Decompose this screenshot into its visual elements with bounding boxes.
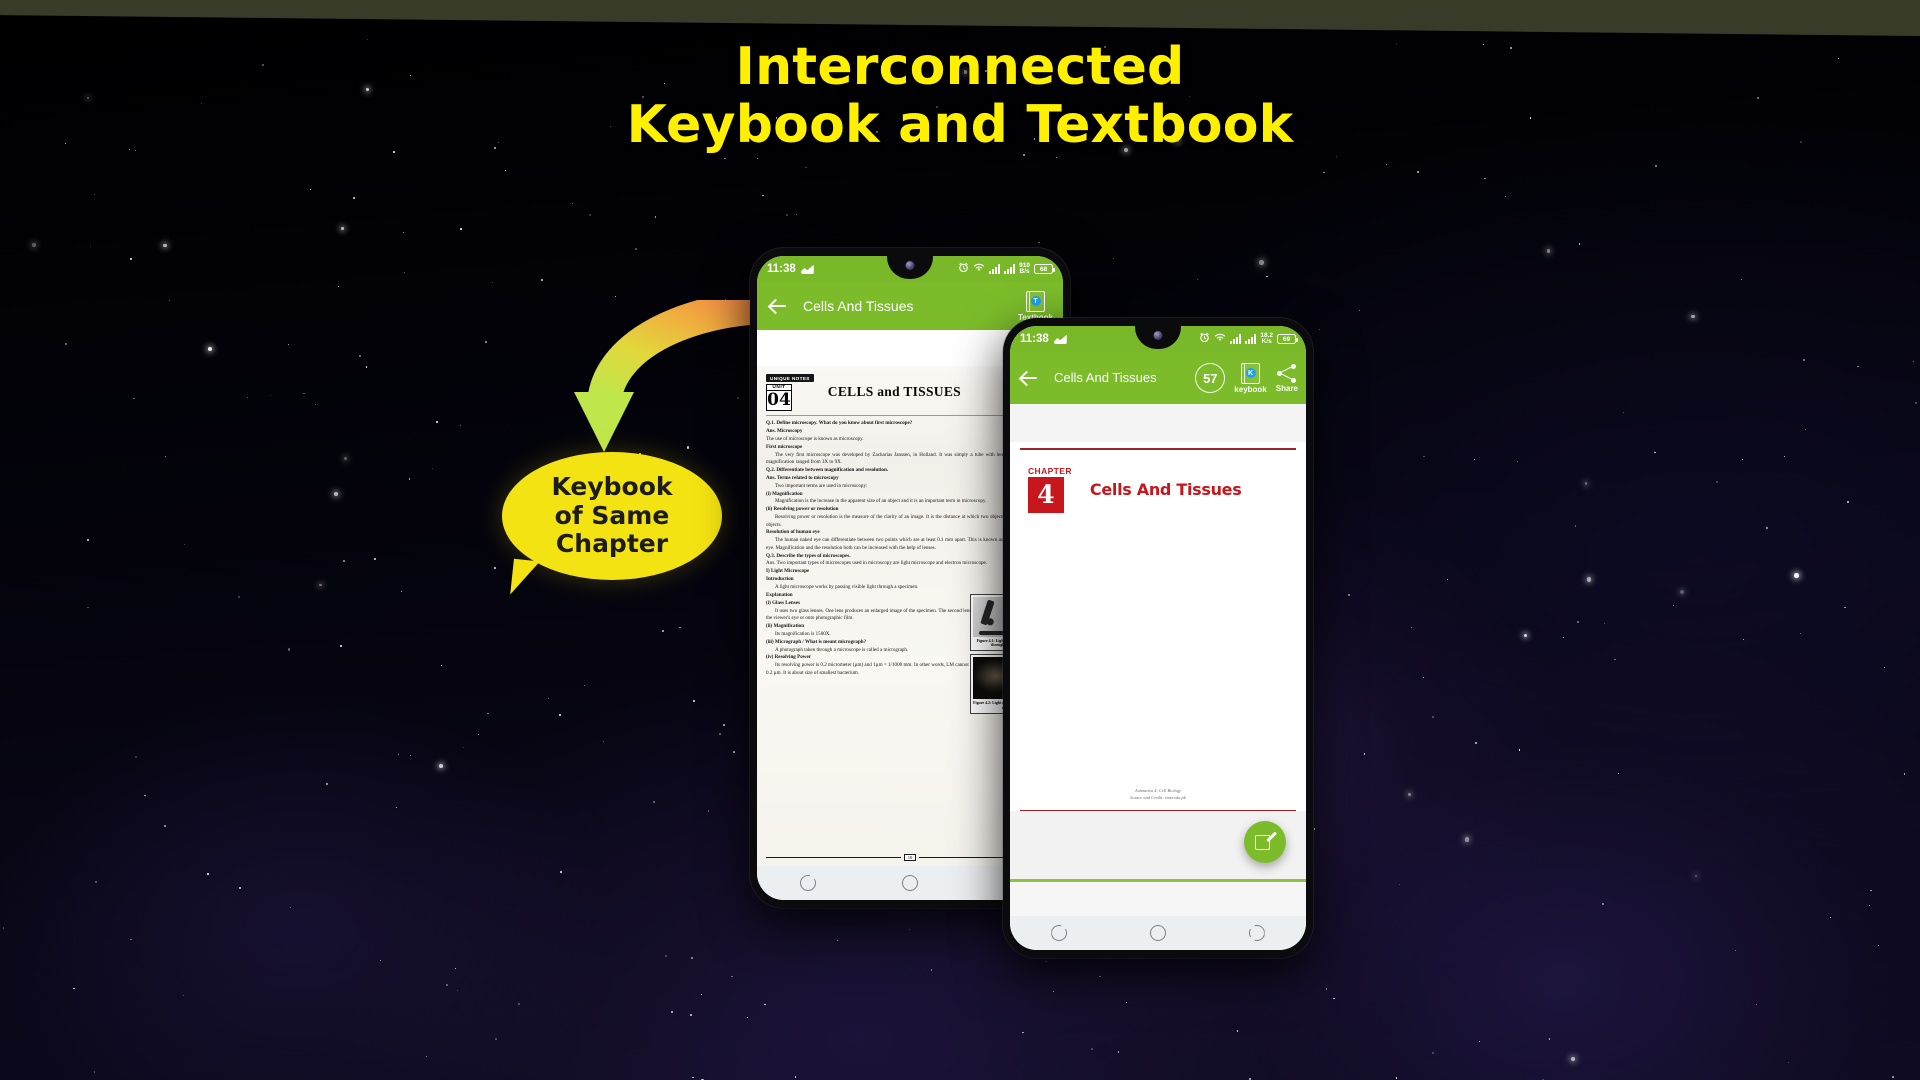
statusbar-left: 11:38 [1020, 333, 1067, 345]
keybook-bottom-area [1010, 882, 1306, 916]
keybook-top-spacer [1010, 404, 1306, 442]
alarm-icon [958, 262, 969, 276]
signal-sim1-icon [989, 264, 1001, 274]
keybook-appbar: Cells And Tissues 57 K keybook Share [1010, 352, 1306, 404]
signal-sim2-icon [1245, 334, 1257, 344]
unique-notes-tag: UNIQUE NOTES [766, 374, 814, 383]
phone-keybook: 11:38 18.2 K/s 69 Cells And Tissues 57 K… [1003, 318, 1313, 958]
chapter-number-block: CHAPTER 4 [1028, 466, 1072, 513]
recents-nav-icon[interactable] [1051, 925, 1068, 941]
keybook-fab-zone [1010, 811, 1306, 879]
headline: Interconnected Keybook and Textbook [0, 37, 1920, 156]
textbook-title: Cells And Tissues [803, 297, 914, 314]
signal-sim1-icon [1230, 334, 1242, 344]
textbook-statusbar: 11:38 910 B/s 68 [757, 256, 1063, 282]
alarm-icon [1199, 332, 1210, 346]
edit-pencil-icon [1255, 831, 1278, 852]
keybook-badge-letter: K [1245, 368, 1256, 378]
home-nav-icon[interactable] [1149, 925, 1166, 941]
keybook-action-label: keybook [1234, 384, 1267, 394]
signal-sim2-icon [1004, 264, 1016, 274]
battery-icon: 69 [1277, 334, 1298, 344]
back-arrow-icon[interactable] [1018, 367, 1040, 389]
keybook-statusbar: 11:38 18.2 K/s 69 [1010, 326, 1306, 352]
callout-bubble-text: Keybook of Same Chapter [551, 473, 672, 559]
textbook-badge-letter: T [1030, 296, 1041, 306]
callout-line-1: Keybook [551, 472, 673, 502]
notes-count-badge[interactable]: 57 [1195, 363, 1226, 393]
textbook-appbar-actions: T Textbook [1018, 290, 1053, 322]
data-usage-icon [800, 264, 814, 274]
wifi-icon [1214, 332, 1226, 346]
camera-notch [887, 256, 933, 279]
network-rate-unit: B/s [1019, 268, 1030, 275]
battery-icon: 68 [1034, 264, 1055, 274]
write-note-fab[interactable] [1244, 821, 1286, 863]
bubble-tail [510, 558, 540, 598]
keybook-icon: K [1241, 362, 1261, 384]
textbook-page-number: 10 [903, 854, 917, 861]
animation-credit: Animation 4: Cell Biology Source and Cre… [1010, 788, 1306, 809]
data-usage-icon [1053, 334, 1067, 344]
callout-line-3: Chapter [555, 529, 669, 559]
share-icon [1277, 363, 1297, 383]
statusbar-clock: 11:38 [1020, 333, 1049, 345]
unit-box: UNIT 04 [766, 384, 792, 412]
back-nav-icon[interactable] [1248, 925, 1265, 941]
keybook-appbar-actions: 57 K keybook Share [1195, 362, 1298, 394]
chapter-number: 4 [1028, 476, 1064, 513]
share-action-label: Share [1275, 383, 1298, 393]
textbook-icon: T [1026, 290, 1046, 312]
network-rate: 18.2 K/s [1260, 332, 1273, 346]
phone-keybook-screen: 11:38 18.2 K/s 69 Cells And Tissues 57 K… [1010, 326, 1306, 950]
share-action-button[interactable]: Share [1275, 363, 1298, 393]
statusbar-clock: 11:38 [767, 263, 796, 275]
chapter-title: Cells And Tissues [1089, 479, 1242, 499]
unit-number: 04 [767, 390, 791, 411]
promo-screenshot: Interconnected Keybook and Textbook Keyb… [0, 0, 1920, 1080]
keybook-title: Cells And Tissues [1054, 369, 1157, 385]
animation-title: Animation 4: Cell Biology [1134, 788, 1182, 794]
keybook-chapter-card: CHAPTER 4 Cells And Tissues Animation 4:… [1010, 442, 1306, 916]
headline-line-1: Interconnected [735, 37, 1185, 97]
callout-bubble: Keybook of Same Chapter [502, 452, 722, 580]
textbook-chapter-title: CELLS and TISSUES [827, 384, 961, 399]
battery-percent: 68 [1039, 265, 1048, 273]
network-rate: 910 B/s [1019, 262, 1030, 276]
statusbar-left: 11:38 [767, 263, 814, 275]
animation-source: Source and Credit: emm.edu.pk [1130, 795, 1186, 800]
camera-notch [1135, 326, 1181, 349]
chapter-word: CHAPTER [1028, 465, 1072, 476]
textbook-action-button[interactable]: T Textbook [1018, 290, 1053, 322]
keybook-body[interactable]: CHAPTER 4 Cells And Tissues Animation 4:… [1010, 404, 1306, 916]
back-arrow-icon[interactable] [767, 295, 789, 317]
recents-nav-icon[interactable] [800, 875, 816, 891]
keybook-action-button[interactable]: K keybook [1234, 362, 1267, 394]
home-nav-icon[interactable] [902, 875, 918, 891]
headline-line-2: Keybook and Textbook [626, 95, 1294, 156]
network-rate-unit: K/s [1261, 338, 1272, 345]
statusbar-right: 910 B/s 68 [958, 262, 1055, 276]
keybook-chapter-heading: CHAPTER 4 Cells And Tissues [1010, 450, 1306, 513]
statusbar-right: 18.2 K/s 69 [1199, 332, 1298, 346]
battery-percent: 69 [1282, 335, 1291, 343]
callout-line-2: of Same [554, 500, 670, 530]
wifi-icon [973, 262, 985, 276]
keybook-navbar [1010, 916, 1306, 950]
